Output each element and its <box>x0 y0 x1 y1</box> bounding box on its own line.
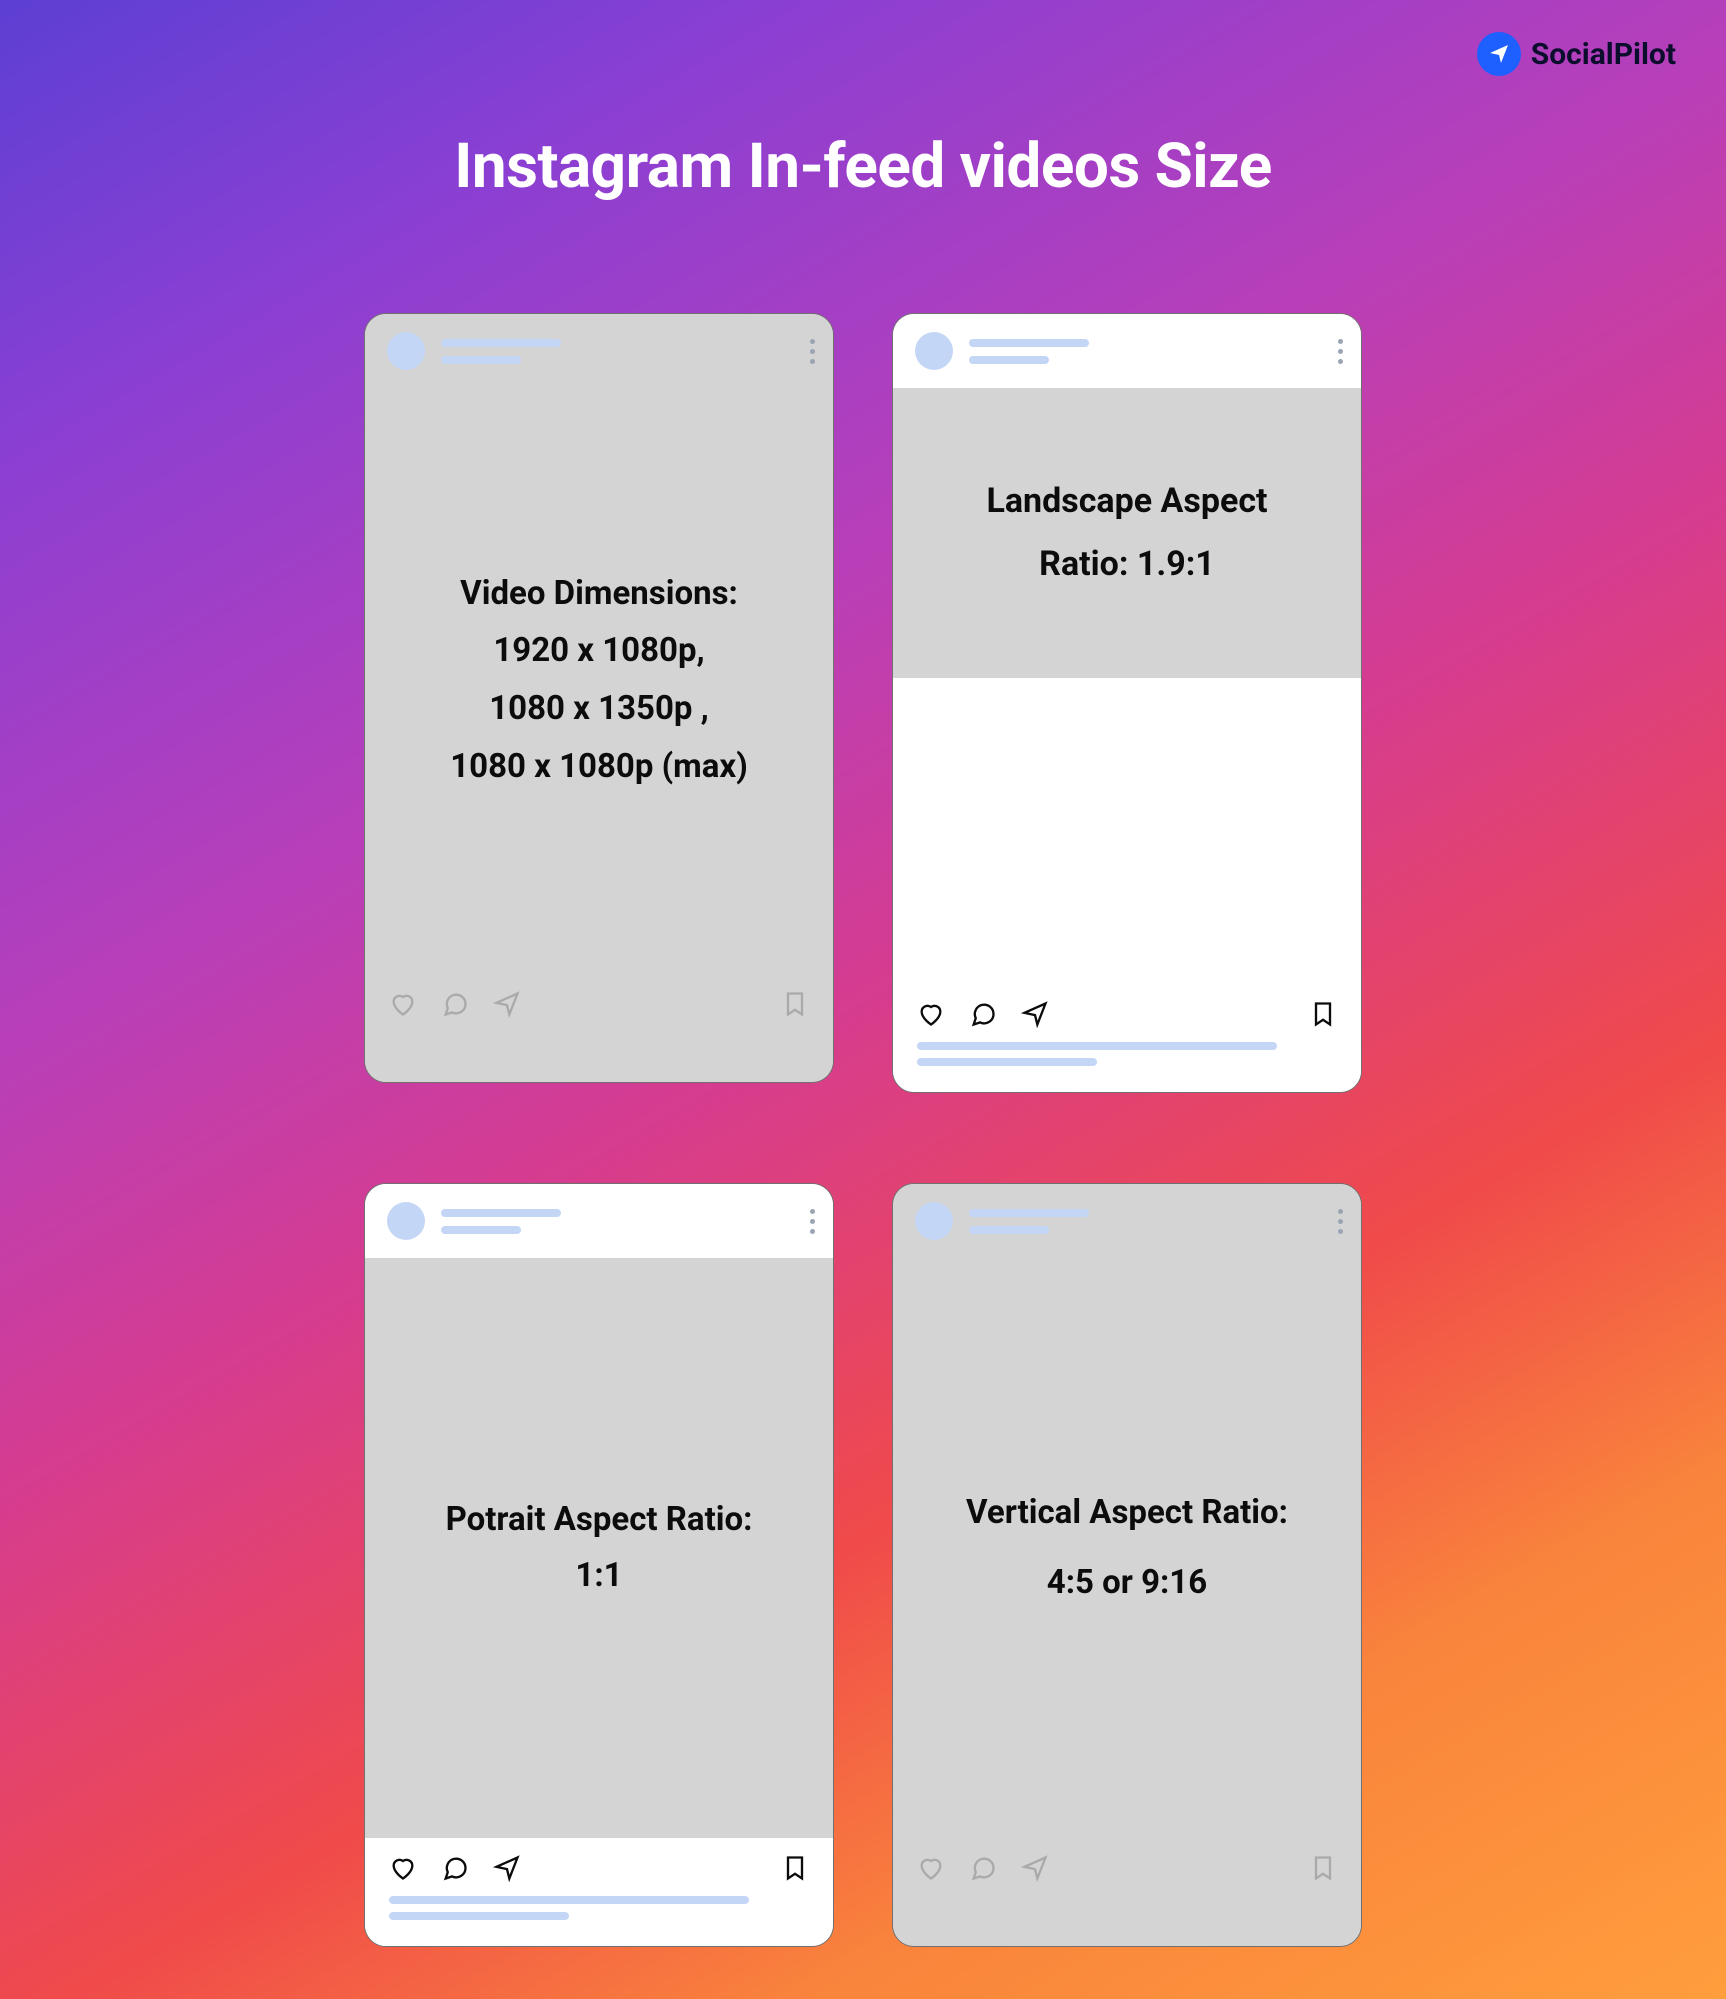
paper-plane-icon <box>1477 32 1521 76</box>
skeleton-line <box>969 1209 1089 1217</box>
heart-icon <box>917 1000 945 1032</box>
caption-skeleton <box>389 1896 809 1920</box>
vertical-line: 4:5 or 9:16 <box>966 1555 1288 1611</box>
white-space <box>893 678 1361 984</box>
share-icon <box>1021 1000 1049 1032</box>
page-title: Instagram In-feed videos Size <box>0 130 1726 203</box>
bookmark-icon <box>1309 1000 1337 1032</box>
header-text-skeleton <box>441 1209 794 1234</box>
post-footer <box>365 974 833 1082</box>
comment-icon <box>441 990 469 1022</box>
card-landscape: Landscape Aspect Ratio: 1.9:1 <box>892 313 1362 1093</box>
bookmark-icon <box>1309 1854 1337 1886</box>
landscape-line: Ratio: 1.9:1 <box>986 533 1267 596</box>
post-footer <box>365 1838 833 1946</box>
brand-badge: SocialPilot <box>1477 32 1676 76</box>
portrait-line: 1:1 <box>446 1548 753 1604</box>
post-header <box>365 314 833 388</box>
post-header <box>365 1184 833 1258</box>
comment-icon <box>969 1000 997 1032</box>
card-portrait: Potrait Aspect Ratio: 1:1 <box>364 1183 834 1947</box>
avatar <box>915 1202 953 1240</box>
skeleton-line <box>441 339 561 347</box>
landscape-line: Landscape Aspect <box>986 470 1267 533</box>
share-icon <box>1021 1854 1049 1886</box>
dimensions-line: 1080 x 1080p (max) <box>450 738 748 796</box>
skeleton-line <box>441 1209 561 1217</box>
heart-icon <box>389 990 417 1022</box>
share-icon <box>493 1854 521 1886</box>
share-icon <box>493 990 521 1022</box>
header-text-skeleton <box>441 339 794 364</box>
post-footer <box>893 984 1361 1092</box>
skeleton-line <box>969 1226 1049 1234</box>
heart-icon <box>389 1854 417 1886</box>
media-area: Potrait Aspect Ratio: 1:1 <box>365 1258 833 1838</box>
skeleton-line <box>969 356 1049 364</box>
media-area-landscape: Landscape Aspect Ratio: 1.9:1 <box>893 388 1361 678</box>
media-area: Video Dimensions: 1920 x 1080p, 1080 x 1… <box>365 388 833 974</box>
bookmark-icon <box>781 990 809 1022</box>
skeleton-line <box>441 1226 521 1234</box>
header-text-skeleton <box>969 339 1322 364</box>
more-icon <box>810 339 815 364</box>
vertical-line: Vertical Aspect Ratio: <box>966 1485 1288 1541</box>
more-icon <box>1338 339 1343 364</box>
comment-icon <box>441 1854 469 1886</box>
brand-name: SocialPilot <box>1531 37 1676 72</box>
caption-skeleton <box>917 1042 1337 1066</box>
post-footer <box>893 1838 1361 1946</box>
card-video-dimensions: Video Dimensions: 1920 x 1080p, 1080 x 1… <box>364 313 834 1083</box>
skeleton-line <box>969 339 1089 347</box>
card-vertical: Vertical Aspect Ratio: 4:5 or 9:16 <box>892 1183 1362 1947</box>
avatar <box>387 332 425 370</box>
dimensions-line: 1920 x 1080p, <box>493 622 704 680</box>
avatar <box>387 1202 425 1240</box>
dimensions-heading: Video Dimensions: <box>460 566 738 622</box>
media-area: Vertical Aspect Ratio: 4:5 or 9:16 <box>893 1258 1361 1838</box>
comment-icon <box>969 1854 997 1886</box>
cards-grid: Video Dimensions: 1920 x 1080p, 1080 x 1… <box>363 313 1363 1947</box>
post-header <box>893 314 1361 388</box>
post-header <box>893 1184 1361 1258</box>
more-icon <box>1338 1209 1343 1234</box>
more-icon <box>810 1209 815 1234</box>
header-text-skeleton <box>969 1209 1322 1234</box>
heart-icon <box>917 1854 945 1886</box>
skeleton-line <box>441 356 521 364</box>
portrait-line: Potrait Aspect Ratio: <box>446 1492 753 1548</box>
avatar <box>915 332 953 370</box>
bookmark-icon <box>781 1854 809 1886</box>
dimensions-line: 1080 x 1350p , <box>489 680 709 738</box>
